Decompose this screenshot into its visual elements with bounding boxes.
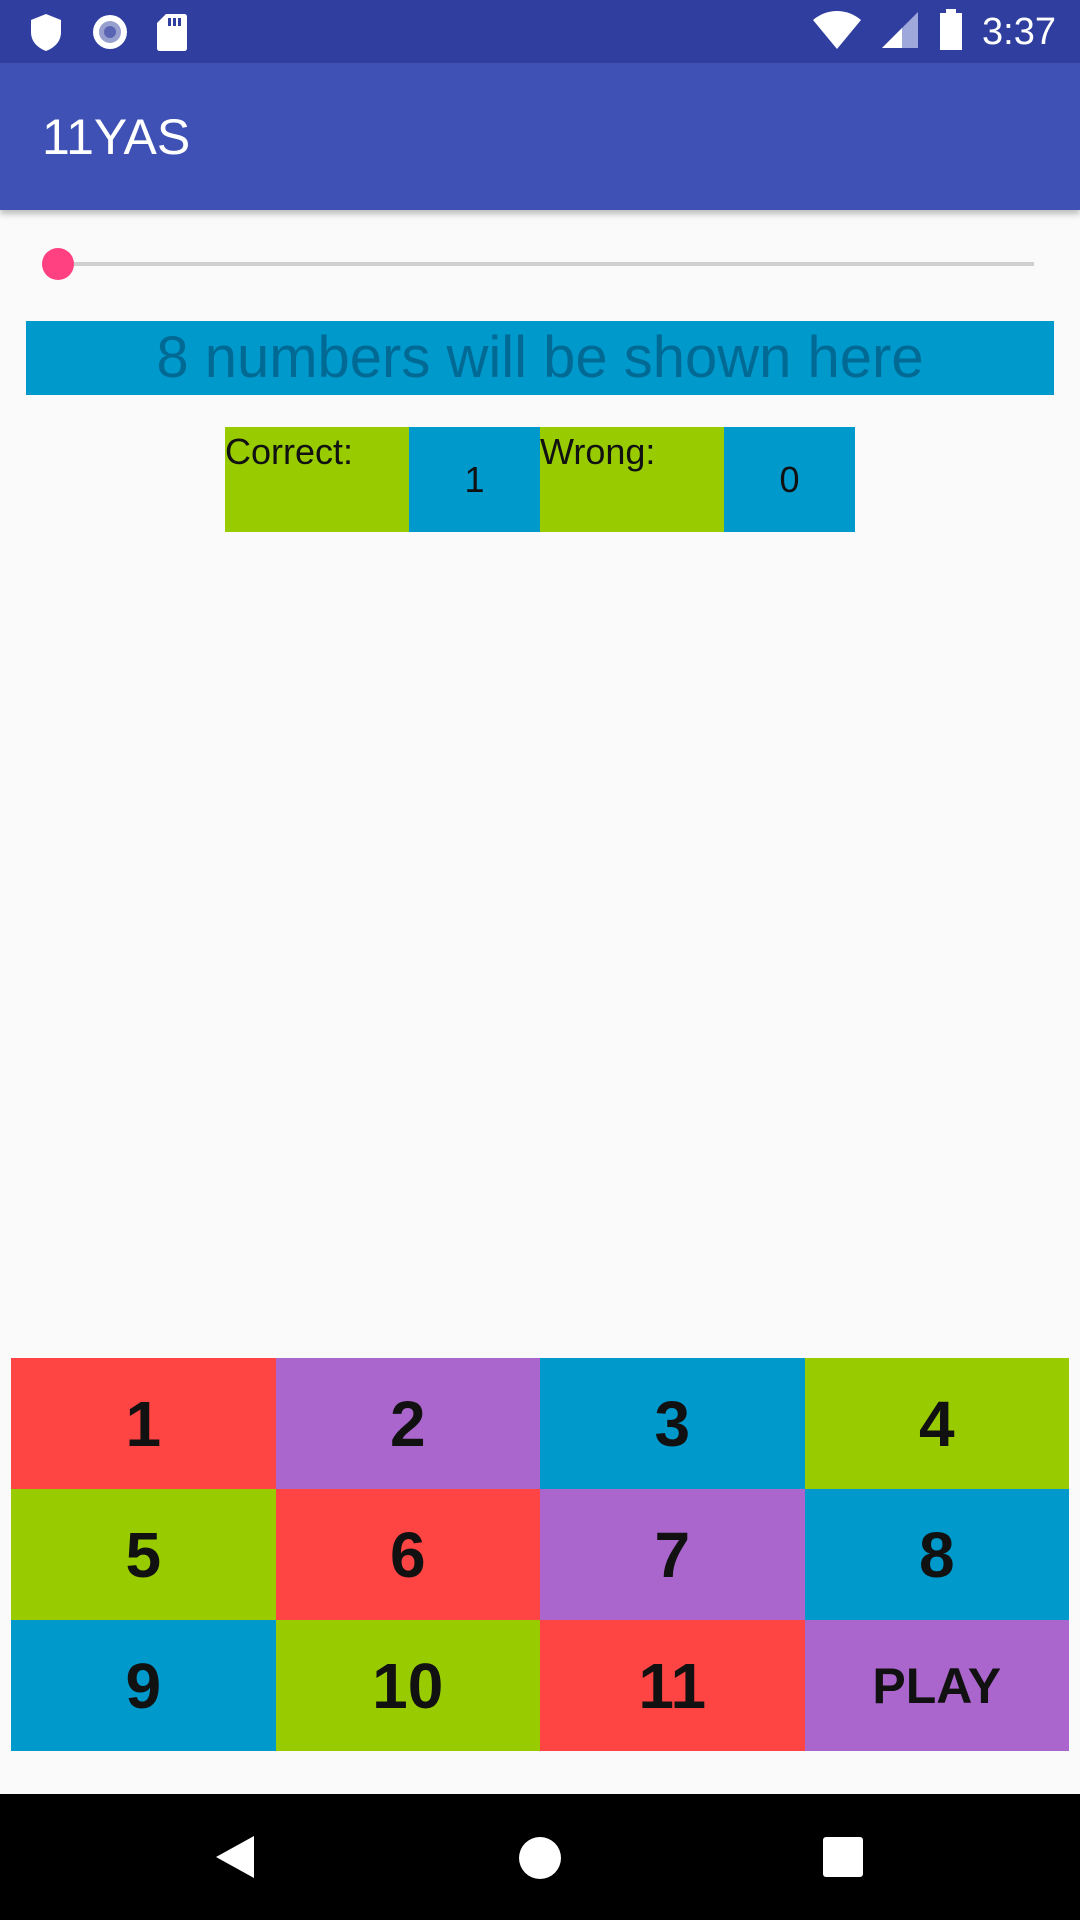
sd-card-icon	[156, 12, 188, 57]
app-title: 11YAS	[42, 109, 191, 165]
status-time: 3:37	[982, 11, 1056, 53]
keypad: 1 2 3 4 5 6 7 8 9 10 11 PLAY	[11, 1358, 1069, 1751]
numbers-display: 8 numbers will be shown here	[26, 321, 1054, 395]
slider-thumb[interactable]	[42, 248, 74, 280]
key-11-button[interactable]: 11	[540, 1620, 805, 1751]
battery-icon	[938, 8, 964, 56]
score-row: Correct: 1 Wrong: 0	[225, 427, 855, 532]
back-icon[interactable]	[214, 1834, 256, 1885]
key-3-button[interactable]: 3	[540, 1358, 805, 1489]
app-bar: 11YAS	[0, 63, 1080, 210]
key-1-button[interactable]: 1	[11, 1358, 276, 1489]
signal-icon	[880, 10, 920, 55]
key-6-button[interactable]: 6	[275, 1489, 540, 1620]
number-slider[interactable]	[42, 248, 1034, 280]
key-10-button[interactable]: 10	[275, 1620, 540, 1751]
key-4-button[interactable]: 4	[804, 1358, 1069, 1489]
key-8-button[interactable]: 8	[804, 1489, 1069, 1620]
wrong-label-cell: Wrong:	[540, 427, 724, 532]
key-5-button[interactable]: 5	[11, 1489, 276, 1620]
home-icon[interactable]	[518, 1836, 562, 1885]
wrong-label: Wrong:	[540, 431, 656, 472]
shield-icon	[28, 12, 64, 57]
correct-label-cell: Correct:	[225, 427, 409, 532]
wifi-icon	[812, 10, 862, 55]
key-9-button[interactable]: 9	[11, 1620, 276, 1751]
navigation-bar	[0, 1794, 1080, 1920]
status-bar: 3:37	[0, 0, 1080, 63]
key-7-button[interactable]: 7	[540, 1489, 805, 1620]
wrong-value: 0	[724, 427, 855, 532]
correct-label: Correct:	[225, 431, 354, 472]
slider-track[interactable]	[56, 262, 1034, 266]
correct-value: 1	[409, 427, 540, 532]
play-button[interactable]: PLAY	[804, 1620, 1069, 1751]
key-2-button[interactable]: 2	[275, 1358, 540, 1489]
recents-icon[interactable]	[823, 1837, 863, 1882]
sync-icon	[90, 12, 130, 57]
